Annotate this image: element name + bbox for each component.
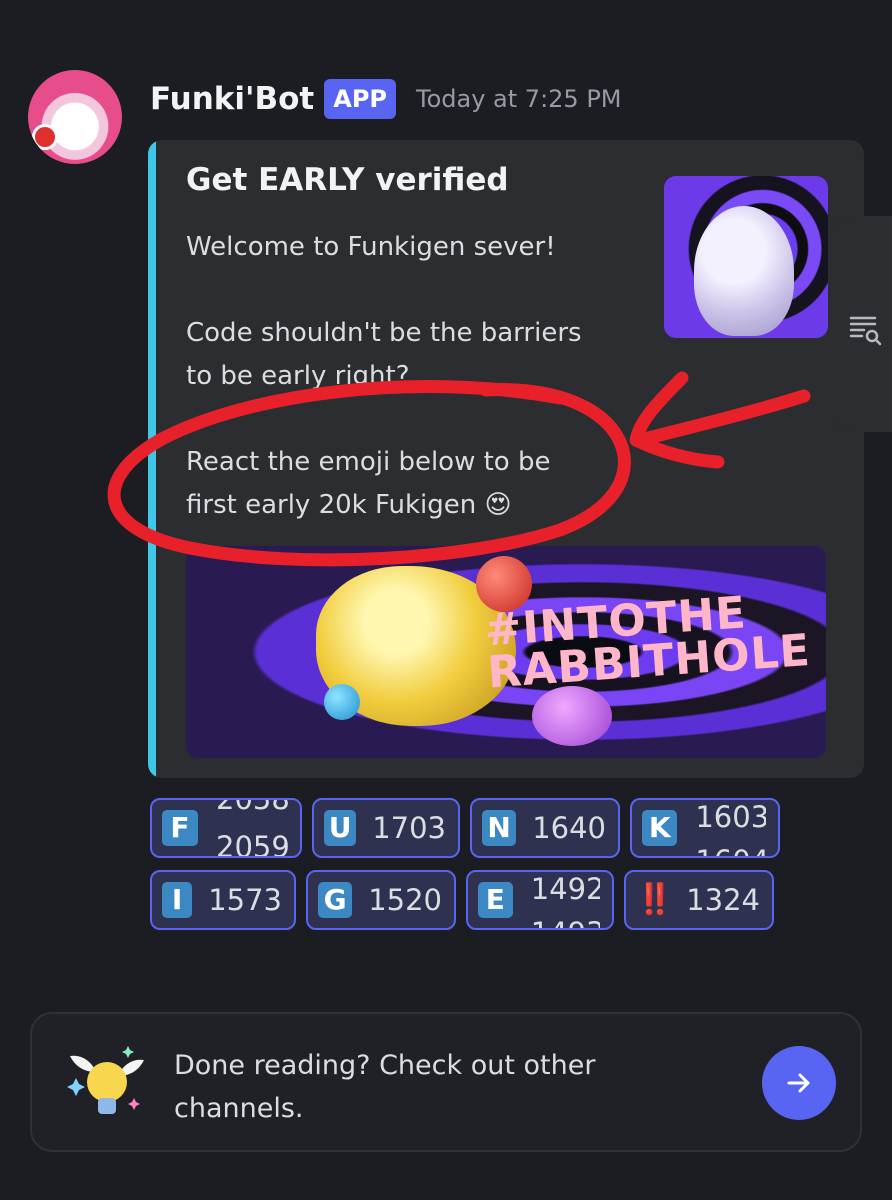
reaction-count: 1324: [686, 883, 760, 917]
reaction-count: 1573: [208, 883, 282, 917]
banner-hashtag: #INTOTHE RABBITHOLE: [482, 587, 813, 699]
reaction-G[interactable]: G 1520: [306, 870, 456, 930]
list-search-icon: [849, 316, 882, 346]
reaction-count-next: 1604: [695, 844, 766, 856]
message-header: Funki'Bot APP Today at 7:25 PM: [150, 76, 622, 122]
reaction-I[interactable]: I 1573: [150, 870, 296, 930]
message-timestamp: Today at 7:25 PM: [416, 85, 622, 113]
letter-f-emoji-icon: F: [162, 810, 198, 846]
reaction-count-next: 1493: [531, 916, 600, 928]
reaction-double-exclamation[interactable]: ‼️ 1324: [624, 870, 774, 930]
embed-accent-bar: [148, 140, 156, 778]
arrow-right-icon: [787, 1073, 810, 1093]
reaction-count: 1703: [372, 811, 446, 845]
reaction-count: 2058 2059: [214, 800, 288, 856]
double-exclamation-emoji-icon: ‼️: [636, 882, 673, 917]
bot-avatar[interactable]: [28, 70, 122, 164]
embed-description: Welcome to Funkigen sever! Code shouldn'…: [186, 232, 582, 520]
letter-e-emoji-icon: E: [478, 882, 513, 918]
letter-u-emoji-icon: U: [324, 810, 357, 846]
reaction-E[interactable]: E 1492 1493: [466, 870, 614, 930]
done-reading-card[interactable]: Done reading? Check out other channels.: [30, 1012, 862, 1152]
app-badge: APP: [324, 79, 397, 119]
reaction-count-current: 2059: [216, 830, 288, 856]
letter-k-emoji-icon: K: [642, 810, 678, 846]
reaction-count-current: 1492: [530, 872, 600, 906]
reaction-K[interactable]: K 1603 1604: [630, 798, 780, 858]
reaction-bar: F 2058 2059 U 1703 N 1640 K 1603 1604: [150, 798, 870, 942]
winged-lightbulb-icon: [67, 1046, 144, 1114]
reaction-count: 1492 1493: [529, 872, 600, 928]
reaction-count: 1520: [368, 883, 442, 917]
avatar-badge-icon: [32, 124, 58, 150]
bunny-mascot-image: [694, 206, 794, 336]
embed-card: Get EARLY verified Welcome to Funkigen s…: [148, 140, 864, 778]
purple-blob: [532, 686, 612, 746]
embed-title: Get EARLY verified: [186, 162, 509, 198]
reaction-count-previous: 2058: [216, 800, 288, 816]
letter-g-emoji-icon: G: [318, 882, 353, 918]
done-reading-text: Done reading? Check out other channels.: [174, 1050, 596, 1124]
embed-banner-image[interactable]: #INTOTHE RABBITHOLE: [186, 546, 826, 758]
reaction-count: 1603 1604: [693, 800, 766, 856]
reaction-N[interactable]: N 1640: [470, 798, 620, 858]
discord-message-view: Funki'Bot APP Today at 7:25 PM Get EARLY…: [0, 0, 892, 1200]
embed-thumbnail[interactable]: [664, 176, 828, 338]
reaction-count: 1640: [532, 811, 606, 845]
reaction-count-current: 1603: [695, 800, 766, 834]
side-panel-handle[interactable]: [834, 216, 892, 432]
reaction-U[interactable]: U 1703: [312, 798, 460, 858]
author-name[interactable]: Funki'Bot: [150, 81, 314, 117]
go-to-channels-button[interactable]: [762, 1046, 836, 1120]
letter-i-emoji-icon: I: [162, 882, 193, 918]
letter-n-emoji-icon: N: [482, 810, 517, 846]
reaction-F[interactable]: F 2058 2059: [150, 798, 302, 858]
blue-ball: [324, 684, 360, 720]
